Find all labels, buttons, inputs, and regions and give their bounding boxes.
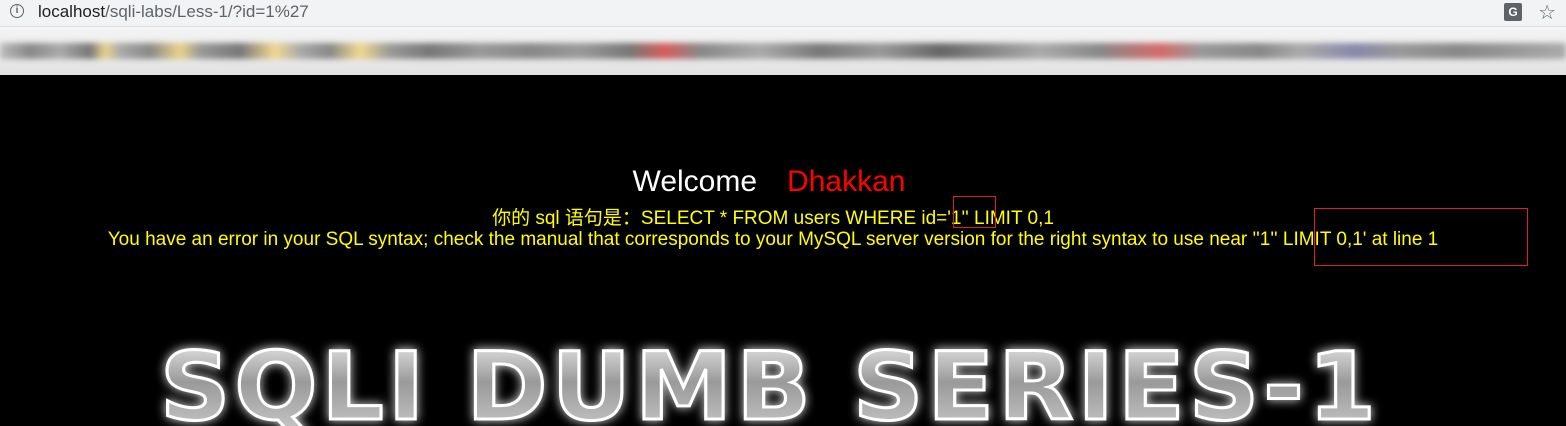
url-path: /sqli-labs/Less-1/?id=1%27: [105, 2, 309, 21]
blurred-bookmarks: [0, 43, 1566, 59]
welcome-text: Welcome: [632, 165, 758, 198]
sql-query-label: 你的 sql 语句是：: [492, 208, 641, 229]
translate-icon[interactable]: G: [1504, 3, 1522, 21]
address-bar[interactable]: i localhost/sqli-labs/Less-1/?id=1%27 G …: [0, 0, 1566, 27]
info-icon[interactable]: i: [10, 4, 24, 18]
sqli-dumb-series-banner: SQLI DUMB SERIES-1: [0, 335, 1566, 426]
bookmarks-bar: [0, 27, 1566, 75]
welcome-line: Welcome Dhakkan: [0, 165, 1538, 199]
url-host: localhost: [38, 2, 106, 21]
highlight-box-id-value: [953, 196, 996, 228]
highlight-box-error-fragment: [1314, 208, 1528, 266]
welcome-name: Dhakkan: [787, 165, 906, 198]
url-text[interactable]: localhost/sqli-labs/Less-1/?id=1%27: [38, 2, 309, 22]
banner-graphic: SQLI DUMB SERIES-1: [159, 335, 1380, 426]
star-icon[interactable]: ☆: [1538, 0, 1556, 25]
banner-text: SQLI DUMB SERIES-1: [160, 335, 1380, 426]
